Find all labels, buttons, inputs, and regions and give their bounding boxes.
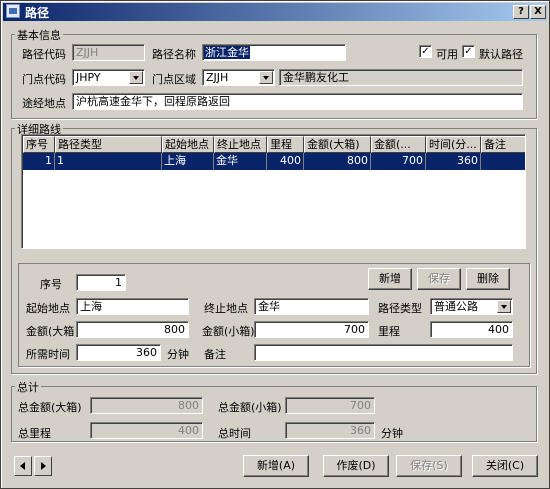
cell-start: 上海 <box>162 153 214 170</box>
col-header[interactable]: 序号 <box>23 136 55 153</box>
cell-amount-large: 800 <box>304 153 371 170</box>
col-header[interactable]: 终止地点 <box>214 136 267 153</box>
via-label: 途经地点 <box>22 97 66 110</box>
cell-end: 金华 <box>214 153 267 170</box>
total-large-label: 总金额(大箱) <box>18 401 82 414</box>
via-field[interactable]: 沪杭高速金华下，回程原路返回 <box>72 93 523 110</box>
save-button[interactable]: 保存(S) <box>396 455 462 477</box>
col-header[interactable]: 起始地点 <box>162 136 214 153</box>
total-time-unit: 分钟 <box>381 427 403 440</box>
route-grid[interactable]: 序号 路径类型 起始地点 终止地点 里程 金额(大箱) 金额(... 时间(分.… <box>21 134 526 249</box>
total-large-field: 800 <box>90 397 203 414</box>
remark-label: 备注 <box>204 348 226 361</box>
total-small-field: 700 <box>285 397 375 414</box>
route-type-select[interactable]: 普通公路 <box>430 298 513 315</box>
totals-legend: 总计 <box>15 379 41 395</box>
next-record-button[interactable] <box>34 456 52 476</box>
amount-large-field[interactable]: 800 <box>76 321 189 338</box>
total-small-label: 总金额(小箱) <box>218 401 282 414</box>
end-label: 终止地点 <box>204 302 248 315</box>
default-route-checkbox[interactable]: ✓ <box>462 45 475 58</box>
close-button[interactable]: 关闭(C) <box>472 455 538 477</box>
route-name-value: 浙江金华 <box>204 46 250 59</box>
available-checkbox[interactable]: ✓ <box>419 45 432 58</box>
window-title: 路径 <box>25 6 50 20</box>
cell-seq: 1 <box>23 153 55 170</box>
remark-field[interactable] <box>254 344 513 361</box>
chevron-down-icon[interactable] <box>497 300 511 313</box>
prev-record-button[interactable] <box>14 456 32 476</box>
start-label: 起始地点 <box>26 302 70 315</box>
route-name-field[interactable]: 浙江金华 <box>202 44 346 61</box>
route-name-label: 路径名称 <box>152 48 196 61</box>
col-header[interactable]: 时间(分... <box>426 136 481 153</box>
mileage-label: 里程 <box>378 325 400 338</box>
seq-field[interactable]: 1 <box>76 274 126 291</box>
store-area-select[interactable]: ZJJH <box>202 69 275 86</box>
cell-amount-small: 700 <box>371 153 426 170</box>
store-area-value: ZJJH <box>206 71 229 84</box>
col-header[interactable]: 路径类型 <box>55 136 162 153</box>
grid-header: 序号 路径类型 起始地点 终止地点 里程 金额(大箱) 金额(... 时间(分.… <box>23 136 525 153</box>
col-header[interactable]: 金额(大箱) <box>304 136 371 153</box>
cell-remark <box>481 153 525 170</box>
help-button[interactable]: ? <box>513 5 529 19</box>
amount-large-label: 金额(大箱 <box>26 325 75 338</box>
cell-mileage: 400 <box>267 153 304 170</box>
title-bar[interactable]: 路径 ? X <box>3 3 547 21</box>
cell-time: 360 <box>426 153 481 170</box>
total-time-field: 360 <box>285 422 375 439</box>
close-window-button[interactable]: X <box>530 5 546 19</box>
total-time-label: 总时间 <box>218 427 251 440</box>
total-mileage-field: 400 <box>90 422 203 439</box>
end-field[interactable]: 金华 <box>254 298 369 315</box>
available-label: 可用 <box>436 48 458 61</box>
default-route-label: 默认路径 <box>479 48 523 61</box>
store-code-value: JHPY <box>76 71 101 84</box>
store-area-label: 门点区域 <box>152 73 196 86</box>
col-header[interactable]: 金额(... <box>371 136 426 153</box>
amount-small-label: 金额(小箱) <box>202 325 255 338</box>
time-field[interactable]: 360 <box>76 344 161 361</box>
void-button[interactable]: 作废(D) <box>323 455 389 477</box>
route-type-value: 普通公路 <box>434 300 478 313</box>
col-header[interactable]: 里程 <box>267 136 304 153</box>
cell-route-type: 1 <box>55 153 162 170</box>
start-field[interactable]: 上海 <box>76 298 189 315</box>
time-unit: 分钟 <box>167 348 189 361</box>
route-dialog: 路径 ? X 基本信息 路径代码 ZJJH 路径名称 浙江金华 ✓ 可用 ✓ 默… <box>0 0 550 489</box>
seq-label: 序号 <box>40 278 62 291</box>
new-detail-button[interactable]: 新增 <box>368 268 412 290</box>
store-area-name-field: 金华鹏友化工 <box>279 69 523 86</box>
app-icon <box>6 4 20 18</box>
total-mileage-label: 总里程 <box>18 427 51 440</box>
route-code-field[interactable]: ZJJH <box>72 44 145 61</box>
amount-small-field[interactable]: 700 <box>254 321 369 338</box>
chevron-down-icon[interactable] <box>259 71 273 84</box>
time-label: 所需时间 <box>26 348 70 361</box>
store-code-select[interactable]: JHPY <box>72 69 145 86</box>
route-code-label: 路径代码 <box>22 48 66 61</box>
basic-info-legend: 基本信息 <box>15 27 63 43</box>
route-type-label: 路径类型 <box>378 302 422 315</box>
delete-detail-button[interactable]: 删除 <box>466 268 510 290</box>
store-code-label: 门点代码 <box>22 73 66 86</box>
mileage-field[interactable]: 400 <box>430 321 513 338</box>
col-header[interactable]: 备注 <box>481 136 525 153</box>
save-detail-button[interactable]: 保存 <box>417 268 461 290</box>
new-button[interactable]: 新增(A) <box>243 455 309 477</box>
chevron-down-icon[interactable] <box>129 71 143 84</box>
table-row[interactable]: 1 1 上海 金华 400 800 700 360 <box>23 153 525 170</box>
